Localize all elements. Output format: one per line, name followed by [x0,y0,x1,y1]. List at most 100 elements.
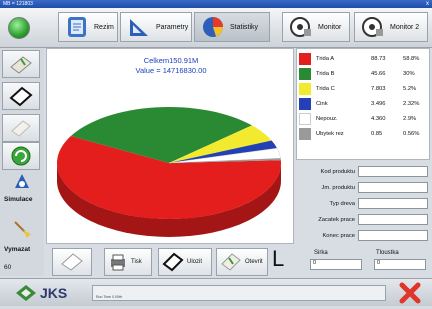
sidebar-plank-button[interactable] [2,114,40,142]
monitor-icon [290,17,311,37]
legend-name: Trida C [316,86,335,92]
jks-logo: JKS [14,284,84,302]
legend-row: Trida B 45.66 30% [299,68,429,80]
typ-dreva-input[interactable] [358,198,428,209]
broom-icon [14,221,31,238]
status-led-icon [8,17,30,39]
exit-button[interactable] [398,282,422,304]
rezim-icon [68,17,86,37]
left-sidebar: Simulace Vymazat 60 [0,48,44,276]
zacatek-prace-label: Zacatek prace [318,217,355,223]
vymazat-button[interactable]: Vymazat [2,218,42,260]
legend-percent: 2.9% [403,116,417,122]
parametry-label: Parametry [156,23,189,31]
legend-name: Cink [316,101,328,107]
parametry-button[interactable]: Parametry [120,12,192,42]
legend-swatch [299,128,311,140]
legend-swatch [299,113,311,125]
sidebar-board-button[interactable] [2,82,40,110]
new-board-button[interactable] [52,248,92,276]
sidebar-count: 60 [4,264,12,271]
jm-produktu-label: Jm. produktu [321,185,355,191]
legend-row: Nepouz. 4.360 2.9% [299,113,429,125]
legend-name: Ubytek rez [316,131,344,137]
rezim-button[interactable]: Rezim [58,12,118,42]
status-bar: JKS Run Time 0.00Hr [0,278,432,306]
simulace-icon [15,174,29,188]
statistiky-button[interactable]: Statistiky [194,12,270,42]
bottom-action-bar: Tisk Ulozit Otevrit L [46,246,294,278]
form-row-jm-produktu: Jm. produktu [296,182,430,194]
ulozit-label: Ulozit [187,259,203,265]
legend-panel: Trida A 88.73 58.8% Trida B 45.66 30% Trida C 7… [296,48,430,160]
blank-board-icon [61,253,83,271]
legend-row: Ubytek rez 0.85 0.56% [299,128,429,140]
legend-row: Trida A 88.73 58.8% [299,53,429,65]
legend-percent: 30% [403,71,415,77]
legend-swatch [299,68,311,80]
save-board-icon [162,252,184,272]
rezim-label: Rezim [94,23,114,31]
tisk-label: Tisk [131,259,142,265]
legend-percent: 5.2% [403,86,417,92]
status-text: Run Time 0.00Hr [96,295,123,299]
legend-value: 0.85 [371,131,383,137]
legend-swatch [299,83,311,95]
typ-dreva-label: Typ dreva [329,201,355,207]
refresh-icon [11,146,31,166]
top-toolbar: Rezim Parametry Statistiky Monitor Monit… [0,8,432,48]
title-bar: MB = 121803 x [0,0,432,8]
form-row-kod-produktu: Kod produktu [296,166,430,178]
sirka-input[interactable]: 0 [310,259,362,270]
monitor-button[interactable]: Monitor [282,12,350,42]
legend-percent: 58.8% [403,56,420,62]
jks-logo-text: JKS [40,285,68,301]
zacatek-prace-input[interactable] [358,214,428,225]
monitor2-button[interactable]: Monitor 2 [354,12,428,42]
pie-chart [57,106,281,237]
monitor2-icon [362,17,383,37]
chart-panel: Celkem150.91M Value = 14716830.00 [46,48,294,244]
plank-icon [11,120,31,137]
legend-name: Trida B [316,71,335,77]
simulace-button[interactable]: Simulace [2,168,42,208]
kod-produktu-label: Kod produktu [320,169,355,175]
vymazat-label: Vymazat [4,246,31,253]
legend-row: Trida C 7.803 5.2% [299,83,429,95]
statistics-pie-icon [203,17,223,37]
legend-row: Cink 3.496 2.32% [299,98,429,110]
sidebar-refresh-button[interactable] [2,142,40,170]
sidebar-cut-button[interactable] [2,50,40,78]
form-row-konec-prace: Konec prace [296,230,430,242]
ulozit-button[interactable]: Ulozit [158,248,212,276]
exit-x-icon [399,282,421,304]
legend-name: Nepouz. [316,116,338,122]
tisk-button[interactable]: Tisk [104,248,152,276]
sirka-label: Sirka [314,250,328,256]
legend-percent: 0.56% [403,131,420,137]
form-row-zacatek-prace: Zacatek prace [296,214,430,226]
tloustka-input[interactable]: 0 [374,259,426,270]
window-close-icon[interactable]: x [426,0,429,8]
konec-prace-label: Konec prace [322,233,355,239]
monitor-label: Monitor [318,23,342,31]
dimensions-panel: Sirka 0 Tloustka 0 [310,250,430,276]
kod-produktu-input[interactable] [358,166,428,177]
legend-value: 4.360 [371,116,386,122]
jm-produktu-input[interactable] [358,182,428,193]
printer-icon [111,254,125,271]
legend-percent: 2.32% [403,101,420,107]
status-field: Run Time 0.00Hr [92,285,386,301]
jks-logo-icon [16,285,36,301]
statistiky-label: Statistiky [230,23,259,31]
open-board-icon [221,253,241,271]
monitor2-label: Monitor 2 [390,23,420,31]
parametry-icon [130,19,148,36]
otevrit-label: Otevrit [245,259,263,265]
konec-prace-input[interactable] [358,230,428,241]
otevrit-button[interactable]: Otevrit [216,248,268,276]
window-title: MB = 121803 [3,1,33,7]
simulace-label: Simulace [4,196,33,203]
board-icon [9,86,33,107]
legend-value: 3.496 [371,101,386,107]
